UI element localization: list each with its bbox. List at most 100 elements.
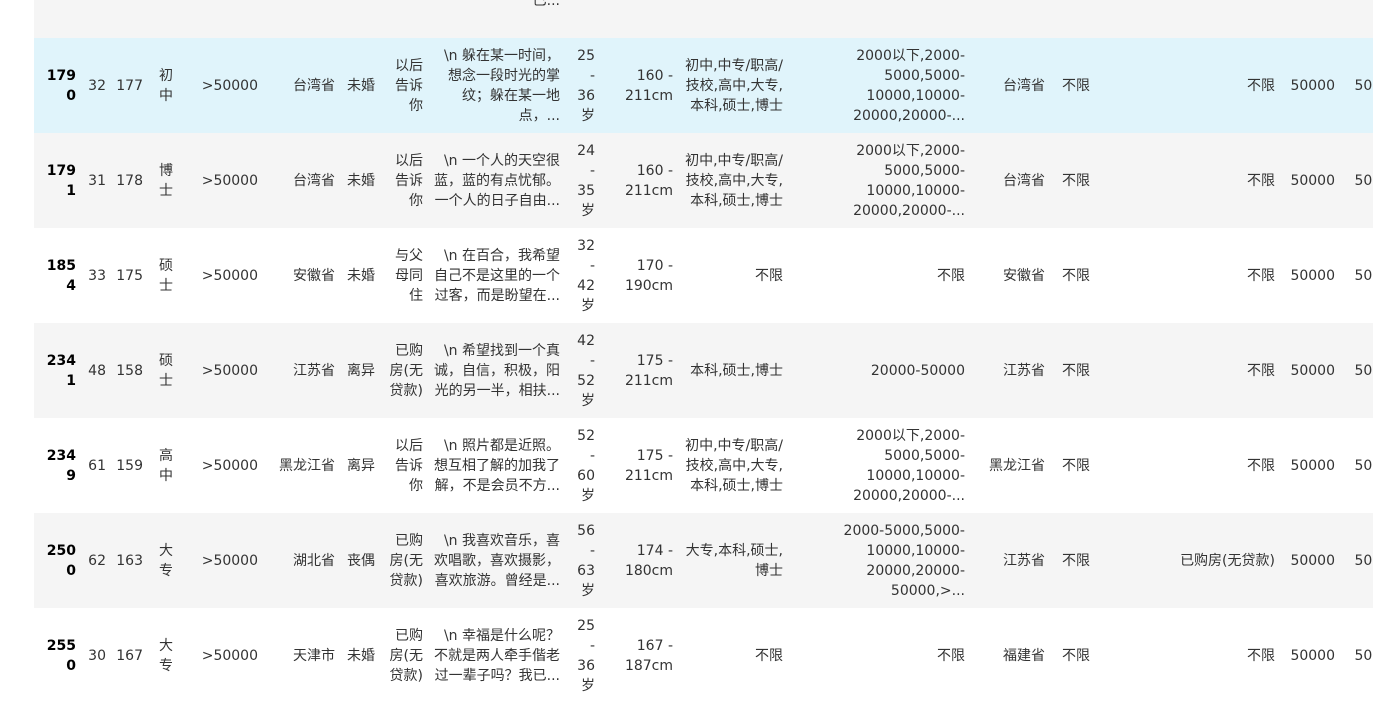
housing-cell: 已购房(无贷款) (380, 323, 428, 418)
req-marital-cell-text: 不限 (1062, 172, 1090, 189)
req-education-cell: 初中,中专/职高/技校,高中,大专,本科,硕士,博士 (678, 133, 788, 228)
province-cell: 江苏省 (263, 323, 340, 418)
req-location-cell: 福建省 (970, 608, 1050, 703)
value-cell-b: 50000 (1340, 133, 1373, 228)
req-education-cell: 大专,本科,硕士,博士 (678, 513, 788, 608)
housing-cell: 你 (380, 0, 428, 38)
req-income-cell (788, 0, 970, 38)
row-index-text: 2500 (46, 542, 76, 579)
value-cell-a: 50000 (1280, 608, 1340, 703)
education-cell-text: 大专 (159, 542, 173, 579)
req-age-cell-text: 42 - 52岁 (577, 332, 595, 409)
value-cell-b: 50000 (1340, 608, 1373, 703)
req-income-cell-text: 不限 (937, 267, 965, 284)
income-cell: >50000 (178, 323, 263, 418)
value-cell-b: 50000 (1340, 228, 1373, 323)
req-housing-cell-text: 不限 (1247, 77, 1275, 94)
housing-cell-text: 已购房(无贷款) (389, 342, 423, 399)
value-cell-a: 50000 (1280, 133, 1340, 228)
req-height-cell-text: 174 - 180cm (624, 542, 673, 579)
req-height-cell-text: 167 - 187cm (624, 637, 673, 674)
req-age-cell: 56 - 63岁 (565, 513, 600, 608)
req-height-cell: 170 - 190cm (600, 228, 678, 323)
req-marital-cell: 不限 (1050, 38, 1095, 133)
req-location-cell-text: 江苏省 (1003, 362, 1045, 379)
req-location-cell: 黑龙江省 (970, 418, 1050, 513)
row-index-text: 2550 (46, 637, 76, 674)
req-height-cell: 174 - 180cm (600, 513, 678, 608)
height-cell: 163 (111, 513, 148, 608)
province-cell-text: 台湾省 (293, 77, 335, 94)
housing-cell: 已购房(无贷款) (380, 513, 428, 608)
req-housing-cell: 不限 (1095, 323, 1280, 418)
value-cell-a-text: 50000 (1290, 552, 1335, 569)
value-cell-b: 50000 (1340, 323, 1373, 418)
education-cell-text: 科 (153, 0, 173, 1)
req-education-cell-text: 大专,本科,硕士,博士 (685, 542, 783, 579)
province-cell-text: 天津市 (293, 647, 335, 664)
req-age-cell: 24 - 35岁 (565, 133, 600, 228)
req-location-cell-text: 福建省 (1003, 647, 1045, 664)
housing-cell-text: 你 (385, 0, 423, 1)
height-cell: 175 (111, 228, 148, 323)
value-cell-a-text: 50000 (1290, 362, 1335, 379)
marital-status-cell: 未婚 (340, 38, 380, 133)
req-marital-cell-text: 不限 (1062, 552, 1090, 569)
req-height-cell: 175 - 211cm (600, 323, 678, 418)
req-housing-cell-text: 不限 (1247, 267, 1275, 284)
age-cell-text: 62 (88, 552, 106, 569)
income-cell-text: >50000 (201, 457, 258, 474)
req-education-cell-text: 本科,硕士,博士 (690, 362, 783, 379)
req-education-cell-text: 不限 (755, 267, 783, 284)
introduction-cell-text: \n 我喜欢音乐，喜欢唱歌，喜欢摄影，喜欢旅游。曾经是... (434, 532, 560, 589)
req-housing-cell-text: 不限 (1247, 457, 1275, 474)
req-education-cell: 初中,中专/职高/技校,高中,大专,本科,硕士,博士 (678, 418, 788, 513)
req-education-cell-text: 初中,中专/职高/技校,高中,大专,本科,硕士,博士 (685, 57, 783, 114)
housing-cell-text: 已购房(无贷款) (389, 627, 423, 684)
req-location-cell-text: 台湾省 (1003, 172, 1045, 189)
req-marital-cell: 不限 (1050, 323, 1095, 418)
marital-status-cell-text: 未婚 (347, 77, 375, 94)
row-index (34, 0, 81, 38)
value-cell-b: 50000 (1340, 38, 1373, 133)
value-cell-a: 50000 (1280, 38, 1340, 133)
marital-status-cell: 丧偶 (340, 513, 380, 608)
value-cell-a: 50000 (1280, 228, 1340, 323)
req-housing-cell-text: 不限 (1247, 362, 1275, 379)
req-age-cell-text: 25 - 36岁 (577, 47, 595, 124)
income-cell-text: >50000 (201, 267, 258, 284)
education-cell-text: 硕士 (159, 257, 173, 294)
introduction-cell: \n 在百合，我希望自己不是这里的一个过客，而是盼望在... (428, 228, 565, 323)
education-cell: 硕士 (148, 228, 178, 323)
age-cell-text: 31 (88, 172, 106, 189)
value-cell-b-text: 50000 (1354, 552, 1373, 569)
row-index-text: 1854 (46, 257, 76, 294)
req-housing-cell: 已购房(无贷款) (1095, 513, 1280, 608)
req-marital-cell-text: 不限 (1062, 267, 1090, 284)
req-income-cell-text: 不限 (937, 647, 965, 664)
table-row: 1791 31 178 博士 >50000 台湾省 未婚 以后告诉你 \n 一个人的天空很蓝，蓝… (34, 133, 1373, 228)
req-height-cell-text: 175 - 211cm (624, 447, 673, 484)
age-cell: 33 (81, 228, 111, 323)
req-height-cell-text: 170 - 190cm (624, 257, 673, 294)
education-cell: 博士 (148, 133, 178, 228)
province-cell: 黑龙江省 (263, 418, 340, 513)
value-cell-b-text: 50000 (1354, 77, 1373, 94)
province-cell: 天津市 (263, 608, 340, 703)
req-income-cell-text: 2000-5000,5000-10000,10000-20000,20000-5… (843, 522, 965, 599)
req-income-cell: 不限 (788, 228, 970, 323)
req-marital-cell: 不限 (1050, 418, 1095, 513)
req-marital-cell: 不限 (1050, 513, 1095, 608)
value-cell-b-text: 50000 (1354, 457, 1373, 474)
introduction-cell-text: 老过一辈子吗？我已... (532, 0, 560, 9)
req-location-cell: 台湾省 (970, 38, 1050, 133)
province-cell: 台湾省 (263, 133, 340, 228)
height-cell: 167 (111, 608, 148, 703)
age-cell (81, 0, 111, 38)
req-age-cell: 42 - 52岁 (565, 323, 600, 418)
req-housing-cell: 不限 (1095, 228, 1280, 323)
req-marital-cell: 不限 (1050, 228, 1095, 323)
row-index: 2341 (34, 323, 81, 418)
req-age-cell-text: 52 - 60岁 (577, 427, 595, 504)
housing-cell: 以后告诉你 (380, 38, 428, 133)
